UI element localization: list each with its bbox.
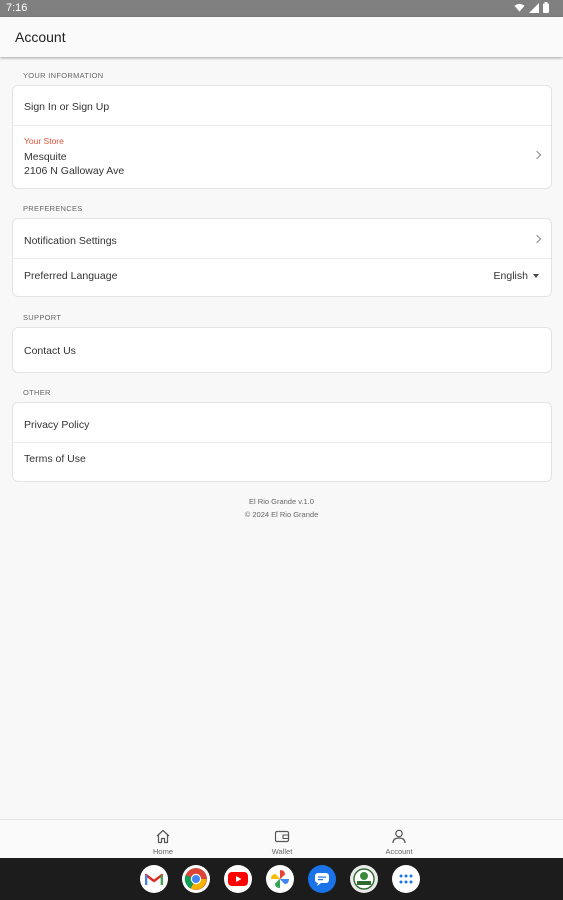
language-value: English — [493, 270, 528, 282]
language-dropdown[interactable]: English — [494, 270, 539, 282]
chevron-right-icon — [532, 234, 542, 244]
nav-wallet[interactable]: Wallet — [252, 820, 312, 859]
preferred-language-row: Preferred Language English — [13, 259, 551, 296]
nav-wallet-label: Wallet — [271, 847, 293, 856]
app-bar: Account — [0, 17, 563, 57]
preferences-card: Notification Settings Preferred Language… — [12, 218, 552, 297]
store-address: 2106 N Galloway Ave — [24, 165, 125, 177]
your-store-row[interactable]: Your Store Mesquite 2106 N Galloway Ave — [13, 126, 551, 188]
status-icons — [514, 2, 549, 13]
privacy-policy-label: Privacy Policy — [24, 419, 90, 431]
preferred-language-label: Preferred Language — [24, 270, 118, 282]
status-bar: 7:16 — [0, 0, 563, 17]
section-label-support: SUPPORT — [23, 313, 62, 322]
bottom-navigation: Home Wallet Account — [0, 819, 563, 858]
terms-of-use-row[interactable]: Terms of Use — [13, 443, 551, 481]
caret-down-icon — [533, 274, 539, 278]
chevron-right-icon — [532, 150, 542, 160]
sign-in-label: Sign In or Sign Up — [24, 101, 110, 113]
terms-of-use-label: Terms of Use — [24, 453, 86, 465]
sign-in-row[interactable]: Sign In or Sign Up — [13, 86, 551, 126]
el-rio-grande-app-icon[interactable] — [350, 865, 378, 893]
section-label-other: OTHER — [23, 388, 51, 397]
section-label-preferences: PREFERENCES — [23, 204, 83, 213]
nav-account[interactable]: Account — [369, 820, 429, 859]
chrome-icon[interactable] — [182, 865, 210, 893]
taskbar — [0, 858, 563, 900]
photos-icon[interactable] — [266, 865, 294, 893]
app-version: El Rio Grande v.1.0 — [249, 497, 314, 506]
nav-home-label: Home — [152, 847, 173, 856]
app-dock — [140, 865, 420, 893]
wallet-icon — [274, 830, 290, 843]
your-information-card: Sign In or Sign Up Your Store Mesquite 2… — [12, 85, 552, 189]
app-drawer-icon[interactable] — [392, 865, 420, 893]
notification-settings-label: Notification Settings — [24, 235, 117, 247]
your-store-label: Your Store — [24, 136, 64, 146]
messages-icon[interactable] — [308, 865, 336, 893]
copyright: © 2024 El Rio Grande — [244, 510, 319, 519]
wifi-icon — [514, 3, 525, 12]
privacy-policy-row[interactable]: Privacy Policy — [13, 403, 551, 443]
other-card: Privacy Policy Terms of Use — [12, 402, 552, 482]
nav-home[interactable]: Home — [133, 820, 193, 859]
store-name: Mesquite — [24, 151, 67, 163]
gmail-icon[interactable] — [140, 865, 168, 893]
status-time: 7:16 — [6, 2, 28, 14]
signal-icon — [529, 2, 539, 13]
battery-icon — [543, 2, 549, 13]
page-title: Account — [15, 29, 66, 45]
section-label-your-information: YOUR INFORMATION — [23, 71, 104, 80]
contact-us-row[interactable]: Contact Us — [13, 328, 551, 372]
home-icon — [156, 829, 170, 844]
notification-settings-row[interactable]: Notification Settings — [13, 219, 551, 259]
contact-us-label: Contact Us — [24, 345, 76, 357]
person-icon — [392, 829, 406, 844]
nav-account-label: Account — [385, 847, 413, 856]
youtube-icon[interactable] — [224, 865, 252, 893]
support-card: Contact Us — [12, 327, 552, 373]
